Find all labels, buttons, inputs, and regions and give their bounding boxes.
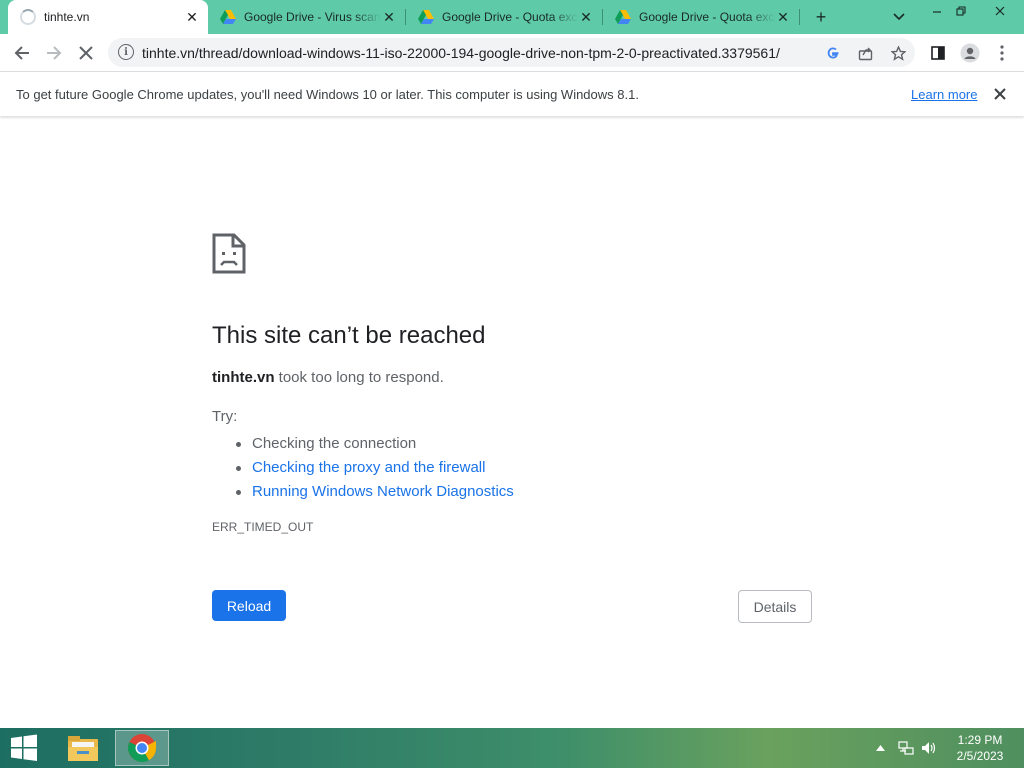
tab-drive-quota-1[interactable]: Google Drive - Quota exceeded ✕ [406, 0, 602, 34]
site-info-icon[interactable]: i [118, 44, 134, 60]
tab-drive-virus-scan[interactable]: Google Drive - Virus scan warning ✕ [208, 0, 405, 34]
error-code: ERR_TIMED_OUT [212, 520, 314, 534]
loading-spinner-icon [20, 9, 36, 25]
taskbar-clock[interactable]: 1:29 PM 2/5/2023 [940, 732, 1020, 764]
error-summary: tinhte.vn took too long to respond. [212, 369, 444, 386]
tab-separator [799, 9, 800, 25]
share-button[interactable] [853, 41, 877, 65]
tab-strip: tinhte.vn ✕ Google Drive - Virus scan wa… [0, 0, 1024, 34]
tab-close-icon[interactable]: ✕ [775, 9, 791, 25]
reload-button[interactable]: Reload [212, 590, 286, 621]
browser-toolbar: i tinhte.vn/thread/download-windows-11-i… [0, 34, 1024, 71]
network-tray-button[interactable] [898, 728, 914, 768]
show-hidden-icons-button[interactable] [876, 728, 885, 768]
restore-button[interactable] [946, 0, 976, 22]
stop-loading-button[interactable] [72, 39, 100, 67]
arrow-left-icon [14, 46, 29, 60]
error-summary-text: took too long to respond. [274, 369, 444, 386]
tab-drive-quota-2[interactable]: Google Drive - Quota exceeded ✕ [603, 0, 799, 34]
learn-more-link[interactable]: Learn more [911, 87, 977, 102]
clock-date: 2/5/2023 [956, 749, 1004, 763]
google-lens-button[interactable] [821, 41, 845, 65]
new-tab-button[interactable]: + [809, 5, 833, 29]
chrome-icon [128, 734, 157, 763]
share-icon [858, 47, 872, 60]
windows-taskbar: 1:29 PM 2/5/2023 [0, 728, 1024, 768]
plus-icon: + [815, 6, 827, 27]
error-title: This site can’t be reached [212, 322, 486, 349]
back-button[interactable] [8, 39, 36, 67]
infobar-close-button[interactable] [990, 84, 1010, 104]
suggestion-check-proxy-link[interactable]: Checking the proxy and the firewall [236, 456, 514, 480]
google-g-icon [827, 47, 839, 59]
close-icon [994, 88, 1006, 100]
suggestion-network-diagnostics-link[interactable]: Running Windows Network Diagnostics [236, 480, 514, 504]
volume-tray-button[interactable] [921, 728, 937, 768]
chevron-up-icon [876, 745, 885, 751]
taskbar-chrome[interactable] [115, 730, 169, 766]
error-host: tinhte.vn [212, 369, 275, 386]
restore-icon [956, 6, 966, 16]
tab-close-icon[interactable]: ✕ [578, 9, 594, 25]
tab-title: tinhte.vn [44, 10, 90, 24]
suggestion-check-connection: Checking the connection [236, 432, 514, 456]
taskbar-file-explorer[interactable] [56, 730, 110, 766]
tab-close-icon[interactable]: ✕ [184, 9, 200, 25]
tab-title: Google Drive - Quota exceeded [442, 10, 578, 24]
details-button[interactable]: Details [738, 590, 812, 623]
chevron-down-icon [893, 13, 905, 21]
arrow-right-icon [47, 46, 62, 60]
file-explorer-icon [68, 736, 98, 761]
close-icon [79, 46, 93, 60]
close-window-button[interactable] [980, 0, 1020, 22]
sad-page-icon [212, 233, 246, 274]
close-icon [995, 6, 1005, 16]
bookmark-button[interactable] [886, 41, 910, 65]
suggestion-list: Checking the connection Checking the pro… [236, 432, 514, 504]
google-drive-icon [615, 10, 631, 24]
tab-tinhte[interactable]: tinhte.vn ✕ [8, 0, 208, 34]
clock-time: 1:29 PM [957, 733, 1003, 747]
address-bar[interactable]: i tinhte.vn/thread/download-windows-11-i… [108, 38, 915, 67]
minimize-icon [933, 11, 941, 13]
more-vertical-icon [1000, 45, 1004, 61]
star-icon [890, 45, 906, 61]
side-panel-icon [931, 46, 945, 60]
update-infobar: To get future Google Chrome updates, you… [0, 71, 1024, 116]
google-drive-icon [418, 10, 434, 24]
url-text[interactable]: tinhte.vn/thread/download-windows-11-iso… [142, 45, 780, 61]
windows-start-icon[interactable] [8, 734, 40, 762]
profile-button[interactable] [956, 39, 984, 67]
infobar-message: To get future Google Chrome updates, you… [16, 87, 639, 102]
side-panel-button[interactable] [924, 39, 952, 67]
tab-search-button[interactable] [887, 5, 911, 29]
volume-icon [922, 742, 936, 754]
tab-title: Google Drive - Quota exceeded [639, 10, 775, 24]
google-drive-icon [220, 10, 236, 24]
network-icon [898, 741, 914, 755]
try-label: Try: [212, 408, 238, 425]
menu-button[interactable] [988, 39, 1016, 67]
tab-close-icon[interactable]: ✕ [381, 9, 397, 25]
forward-button[interactable] [40, 39, 68, 67]
avatar-icon [960, 43, 980, 63]
tab-title: Google Drive - Virus scan warning [244, 10, 381, 24]
